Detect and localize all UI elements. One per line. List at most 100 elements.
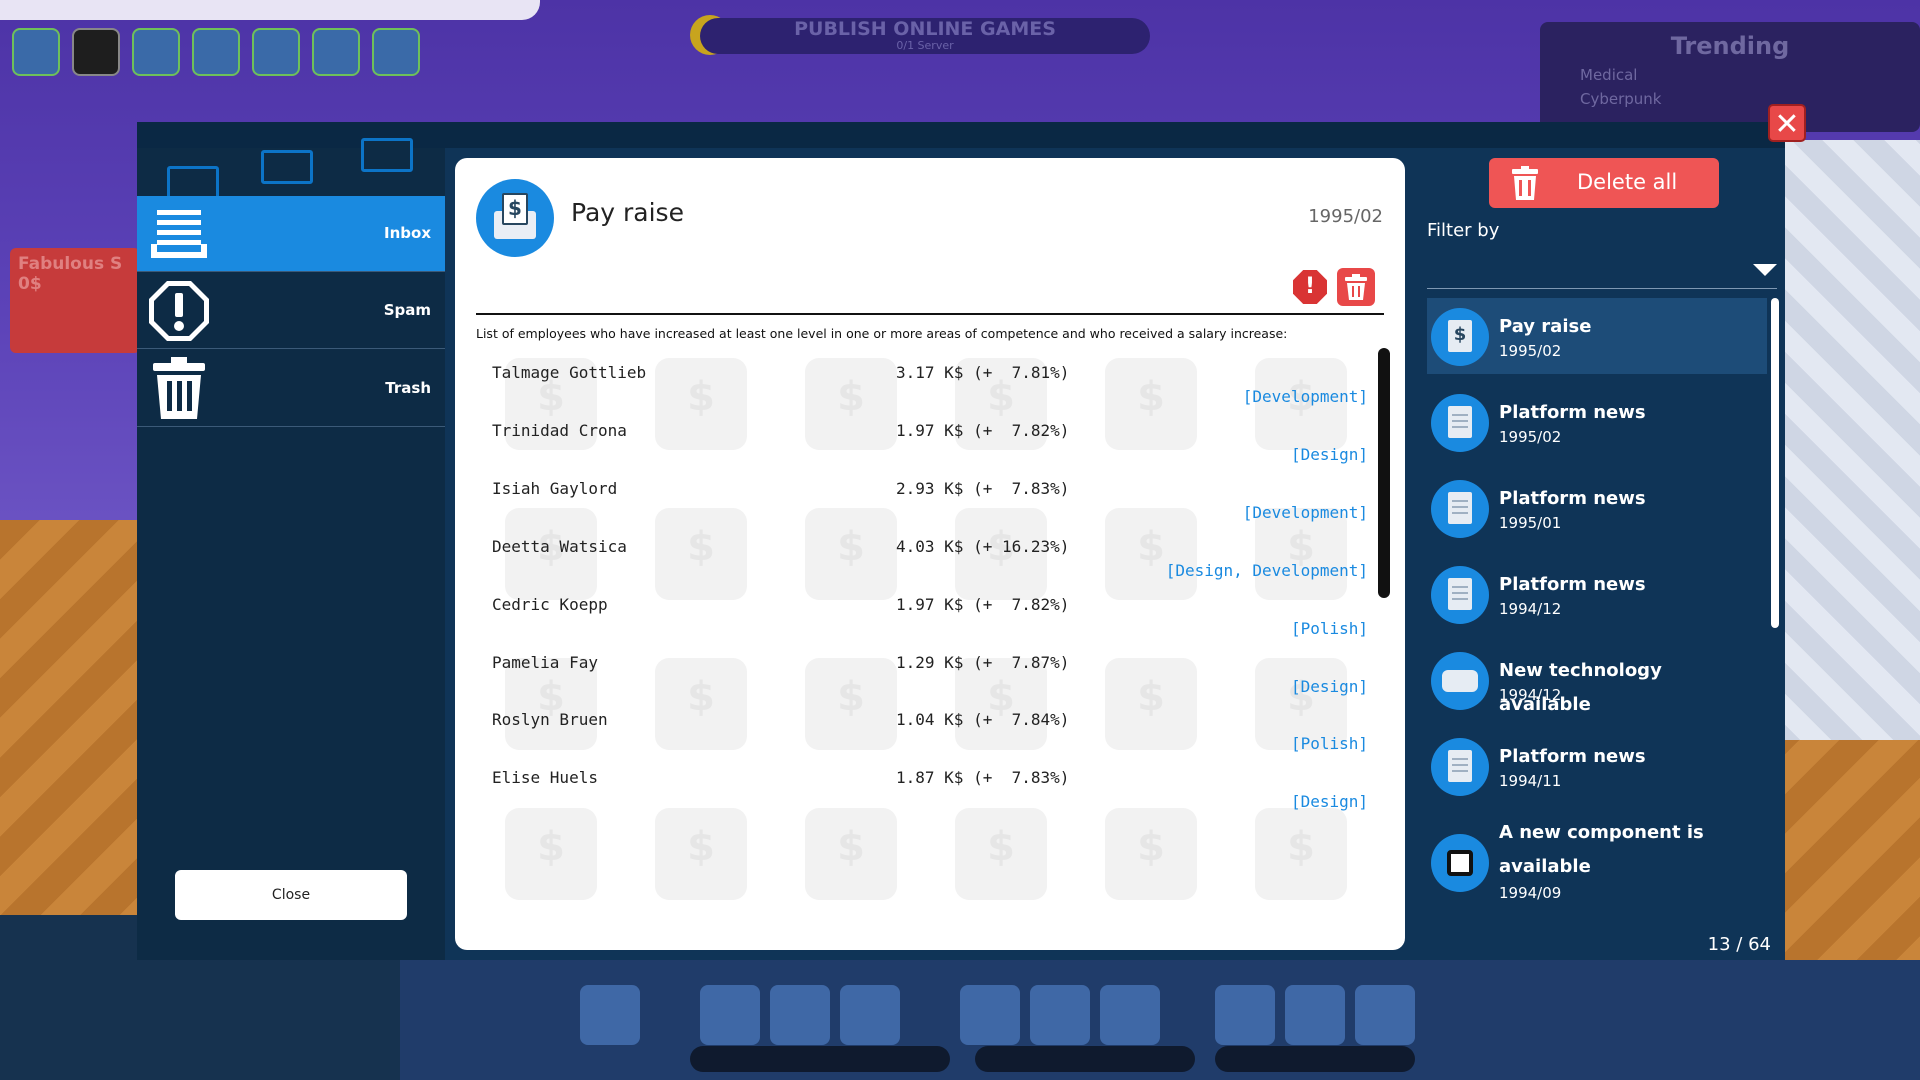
trending-panel: Trending Medical Cyberpunk (1540, 22, 1920, 132)
message-intro: List of employees who have increased at … (476, 326, 1288, 341)
sidebar-item-inbox[interactable]: Inbox (137, 196, 445, 272)
mail-tool-button[interactable] (1355, 985, 1415, 1045)
message-date: 1995/02 (1308, 206, 1383, 227)
money-letter-icon: $ (1431, 308, 1489, 366)
mark-spam-button[interactable]: ! (1291, 268, 1329, 306)
list-item[interactable]: A new component is available 1994/09 (1427, 814, 1767, 908)
exclamation-icon (149, 281, 209, 341)
news-paper-icon (1431, 480, 1489, 538)
computer-icon[interactable] (312, 28, 360, 76)
envelope-icon (167, 166, 219, 200)
delete-all-label: Delete all (1577, 170, 1678, 194)
message-scrollbar[interactable] (1378, 348, 1390, 598)
employee-skills: [Design] (1290, 792, 1368, 811)
list-item-date: 1994/11 (1499, 772, 1562, 790)
employee-salary: 1.97 K$ (+ 7.82%) (896, 595, 1070, 614)
list-item-title: Platform news (1499, 402, 1646, 423)
room-icon[interactable] (192, 28, 240, 76)
tool-button[interactable] (960, 985, 1020, 1045)
tool-button[interactable] (1285, 985, 1345, 1045)
sidebar-item-label: Inbox (384, 224, 431, 242)
tool-button[interactable] (1215, 985, 1275, 1045)
news-paper-icon (1431, 566, 1489, 624)
gamepad-icon (1431, 652, 1489, 710)
list-item[interactable]: Platform news 1994/12 (1427, 556, 1767, 638)
news-paper-icon (1431, 738, 1489, 796)
list-item-title: Platform news (1499, 746, 1646, 767)
sidebar-item-spam[interactable]: Spam (137, 273, 445, 349)
studio-money: 0$ (18, 274, 42, 294)
inbox-tray-icon (151, 210, 207, 258)
employee-skills: [Development] (1242, 387, 1368, 406)
envelope-icon (261, 150, 313, 184)
list-item[interactable]: Platform news 1995/02 (1427, 384, 1767, 466)
trending-item: Cyberpunk (1580, 90, 1662, 108)
employee-skills: [Design, Development] (1165, 561, 1368, 580)
publish-title: PUBLISH ONLINE GAMES (794, 18, 1056, 40)
close-icon[interactable]: ✕ (1768, 104, 1806, 142)
list-item-date: 1995/02 (1499, 342, 1562, 360)
list-item-date: 1995/02 (1499, 428, 1562, 446)
publish-banner[interactable]: PUBLISH ONLINE GAMES 0/1 Server (700, 18, 1150, 54)
date-status (690, 1046, 950, 1072)
employee-name: Roslyn Bruen (492, 710, 608, 729)
employee-skills: [Polish] (1290, 734, 1368, 753)
employee-skills: [Design] (1290, 445, 1368, 464)
studio-card: Fabulous S 0$ (10, 248, 140, 353)
list-item[interactable]: $ Pay raise 1995/02 (1427, 298, 1767, 374)
employee-name: Talmage Gottlieb (492, 363, 647, 382)
list-scrollbar[interactable] (1771, 298, 1779, 628)
employee-name: Elise Huels (492, 768, 598, 787)
disc-icon[interactable] (72, 28, 120, 76)
filter-dropdown[interactable] (1427, 248, 1777, 289)
sidebar-item-label: Spam (383, 301, 431, 319)
envelope-decoration (137, 138, 445, 200)
employee-skills: [Polish] (1290, 619, 1368, 638)
employee-name: Deetta Watsica (492, 537, 627, 556)
money-letter-icon: $ (476, 179, 554, 257)
employee-skills: [Design] (1290, 677, 1368, 696)
list-item[interactable]: New technology available 1994/12 (1427, 642, 1767, 724)
close-button[interactable]: Close (175, 870, 407, 920)
computer-icon[interactable] (252, 28, 300, 76)
list-item[interactable]: Platform news 1994/11 (1427, 728, 1767, 810)
list-item-date: 1994/09 (1499, 884, 1562, 902)
money-status (975, 1046, 1195, 1072)
chevron-down-icon (1753, 264, 1777, 276)
sidebar-item-trash[interactable]: Trash (137, 351, 445, 427)
filter-label: Filter by (1427, 220, 1500, 241)
list-item-date: 1994/12 (1499, 686, 1562, 704)
computer-icon[interactable] (132, 28, 180, 76)
tool-button[interactable] (1030, 985, 1090, 1045)
trending-item: Medical (1580, 66, 1638, 84)
employee-salary: 1.04 K$ (+ 7.84%) (896, 710, 1070, 729)
employee-name: Pamelia Fay (492, 653, 598, 672)
tool-button[interactable] (840, 985, 900, 1045)
chip-icon (1431, 834, 1489, 892)
trash-icon (153, 357, 205, 419)
exclamation-icon: ! (1304, 274, 1316, 299)
list-item[interactable]: Platform news 1995/01 (1427, 470, 1767, 552)
list-item-title: Pay raise (1499, 316, 1592, 337)
delete-message-button[interactable] (1337, 268, 1375, 306)
top-toolbar (12, 28, 420, 76)
room-icon[interactable] (12, 28, 60, 76)
delete-all-button[interactable]: Delete all (1489, 158, 1719, 208)
trash-icon (1345, 274, 1367, 300)
employee-name: Cedric Koepp (492, 595, 608, 614)
tool-button[interactable] (700, 985, 760, 1045)
computer-icon[interactable] (372, 28, 420, 76)
employee-skills: [Development] (1242, 503, 1368, 522)
tool-button[interactable] (1100, 985, 1160, 1045)
employee-salary: 3.17 K$ (+ 7.81%) (896, 363, 1070, 382)
divider (476, 313, 1384, 315)
employee-salary: 2.93 K$ (+ 7.83%) (896, 479, 1070, 498)
tool-button[interactable] (770, 985, 830, 1045)
message-list: $ Pay raise 1995/02 Platform news 1995/0… (1427, 298, 1767, 908)
list-item-date: 1994/12 (1499, 600, 1562, 618)
employee-salary: 1.97 K$ (+ 7.82%) (896, 421, 1070, 440)
employee-name: Trinidad Crona (492, 421, 627, 440)
tool-button[interactable] (580, 985, 640, 1045)
employee-salary: 4.03 K$ (+ 16.23%) (896, 537, 1070, 556)
employee-name: Isiah Gaylord (492, 479, 618, 498)
